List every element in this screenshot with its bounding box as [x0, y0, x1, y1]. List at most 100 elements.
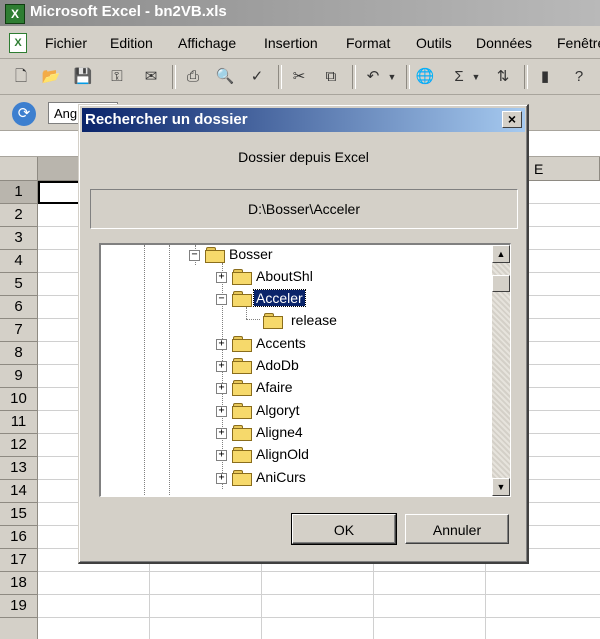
tree-node-label: Aligne4	[256, 424, 303, 440]
row-header[interactable]: 14	[0, 480, 38, 503]
grid-line	[38, 571, 600, 572]
cut-icon[interactable]: ✂	[288, 66, 310, 88]
window-titlebar[interactable]: X Microsoft Excel - bn2VB.xls	[0, 0, 600, 26]
close-icon[interactable]: ×	[502, 111, 522, 128]
select-all-corner[interactable]	[0, 157, 38, 181]
row-header[interactable]: 9	[0, 365, 38, 388]
grid-line	[38, 594, 600, 595]
new-document-icon[interactable]: 🗋	[10, 66, 32, 88]
tree-node-label: AlignOld	[256, 446, 309, 462]
menu-fenetre[interactable]: Fenêtre	[557, 35, 600, 51]
hyperlink-icon[interactable]: 🌐	[414, 66, 436, 88]
row-header[interactable]: 11	[0, 411, 38, 434]
refresh-icon[interactable]: ⟳	[12, 102, 36, 126]
toolbar-separator	[172, 65, 176, 89]
expand-icon[interactable]: +	[216, 450, 227, 461]
print-icon[interactable]: ⎙	[182, 66, 204, 88]
tree-node-aboutshl[interactable]: + AboutShl	[216, 267, 356, 287]
row-header[interactable]: 17	[0, 549, 38, 572]
tree-node-label: Accents	[256, 335, 306, 351]
row-header[interactable]: 7	[0, 319, 38, 342]
chart-wizard-icon[interactable]: ▮	[534, 66, 556, 88]
tree-node-algoryt[interactable]: + Algoryt	[216, 401, 356, 421]
cancel-button[interactable]: Annuler	[405, 514, 509, 544]
autosum-dropdown-icon[interactable]: ▼	[470, 66, 482, 88]
menu-format[interactable]: Format	[346, 35, 390, 51]
tree-node-anicurs[interactable]: + AniCurs	[216, 468, 356, 488]
undo-dropdown-icon[interactable]: ▼	[386, 66, 398, 88]
row-header[interactable]: 5	[0, 273, 38, 296]
permission-icon[interactable]: ⚿	[106, 66, 128, 88]
folder-icon	[232, 447, 252, 463]
sort-ascending-icon[interactable]: ⇅	[492, 66, 514, 88]
scroll-thumb[interactable]	[492, 275, 510, 292]
help-icon[interactable]: ?	[568, 66, 590, 88]
row-header[interactable]: 2	[0, 204, 38, 227]
expand-icon[interactable]: +	[216, 428, 227, 439]
window-title: Microsoft Excel - bn2VB.xls	[30, 3, 227, 20]
folder-icon	[205, 247, 225, 263]
tree-guide-line	[169, 245, 170, 496]
open-folder-icon[interactable]: 📂	[40, 66, 62, 88]
row-header[interactable]: 4	[0, 250, 38, 273]
expand-icon[interactable]: +	[216, 361, 227, 372]
row-header[interactable]: 15	[0, 503, 38, 526]
row-header[interactable]: 3	[0, 227, 38, 250]
folder-icon	[232, 358, 252, 374]
workbook-icon[interactable]: X	[9, 33, 27, 53]
expand-icon[interactable]: +	[216, 406, 227, 417]
row-header[interactable]: 12	[0, 434, 38, 457]
grid-line	[38, 617, 600, 618]
row-header[interactable]: 10	[0, 388, 38, 411]
tree-scrollbar[interactable]: ▲ ▼	[492, 245, 510, 496]
menu-edition[interactable]: Edition	[110, 35, 153, 51]
tree-node-alignold[interactable]: + AlignOld	[216, 445, 356, 465]
expand-icon[interactable]: +	[216, 383, 227, 394]
row-header[interactable]: 18	[0, 572, 38, 595]
tree-node-label: Afaire	[256, 379, 293, 395]
browse-folder-dialog: Rechercher un dossier × Dossier depuis E…	[78, 104, 529, 564]
tree-node-label-selected: Acceler	[253, 289, 306, 307]
row-header[interactable]: 1	[0, 181, 38, 204]
excel-app-icon[interactable]: X	[5, 4, 25, 24]
ok-button[interactable]: OK	[291, 513, 397, 545]
tree-node-accents[interactable]: + Accents	[216, 334, 356, 354]
spelling-icon[interactable]: ✓	[246, 66, 268, 88]
row-header[interactable]: 6	[0, 296, 38, 319]
email-icon[interactable]: ✉	[140, 66, 162, 88]
menu-affichage[interactable]: Affichage	[178, 35, 236, 51]
scroll-up-icon[interactable]: ▲	[492, 245, 510, 263]
scroll-down-icon[interactable]: ▼	[492, 478, 510, 496]
collapse-icon[interactable]: −	[216, 294, 227, 305]
tree-node-afaire[interactable]: + Afaire	[216, 378, 356, 398]
save-icon[interactable]: 💾	[72, 66, 94, 88]
row-header[interactable]: 16	[0, 526, 38, 549]
menu-insertion[interactable]: Insertion	[264, 35, 318, 51]
tree-node-acceler[interactable]: − Acceler	[216, 289, 356, 309]
row-header[interactable]: 13	[0, 457, 38, 480]
menu-donnees[interactable]: Données	[476, 35, 532, 51]
menu-outils[interactable]: Outils	[416, 35, 452, 51]
folder-tree[interactable]: − Bosser + AboutShl − Acceler release + …	[99, 243, 511, 497]
expand-icon[interactable]: +	[216, 473, 227, 484]
expand-icon[interactable]: +	[216, 272, 227, 283]
undo-icon[interactable]: ↶	[362, 66, 384, 88]
tree-node-label: AboutShl	[256, 268, 313, 284]
collapse-icon[interactable]: −	[189, 250, 200, 261]
expand-icon[interactable]: +	[216, 339, 227, 350]
row-header[interactable]: 8	[0, 342, 38, 365]
copy-icon[interactable]: ⧉	[320, 66, 342, 88]
row-header[interactable]: 19	[0, 595, 38, 618]
tree-node-release[interactable]: release	[261, 311, 381, 331]
tree-node-aligne4[interactable]: + Aligne4	[216, 423, 356, 443]
menu-bar: X Fichier Edition Affichage Insertion Fo…	[0, 28, 600, 59]
autosum-icon[interactable]: Σ	[448, 66, 470, 88]
dialog-titlebar[interactable]: Rechercher un dossier ×	[82, 108, 525, 132]
tree-guide-line	[246, 319, 260, 320]
row-header[interactable]	[0, 618, 38, 639]
tree-node-adodb[interactable]: + AdoDb	[216, 356, 356, 376]
tree-node-bosser[interactable]: − Bosser	[189, 245, 309, 265]
menu-fichier[interactable]: Fichier	[45, 35, 87, 51]
print-preview-icon[interactable]: 🔍	[214, 66, 236, 88]
selected-path-display: D:\Bosser\Acceler	[90, 189, 518, 229]
